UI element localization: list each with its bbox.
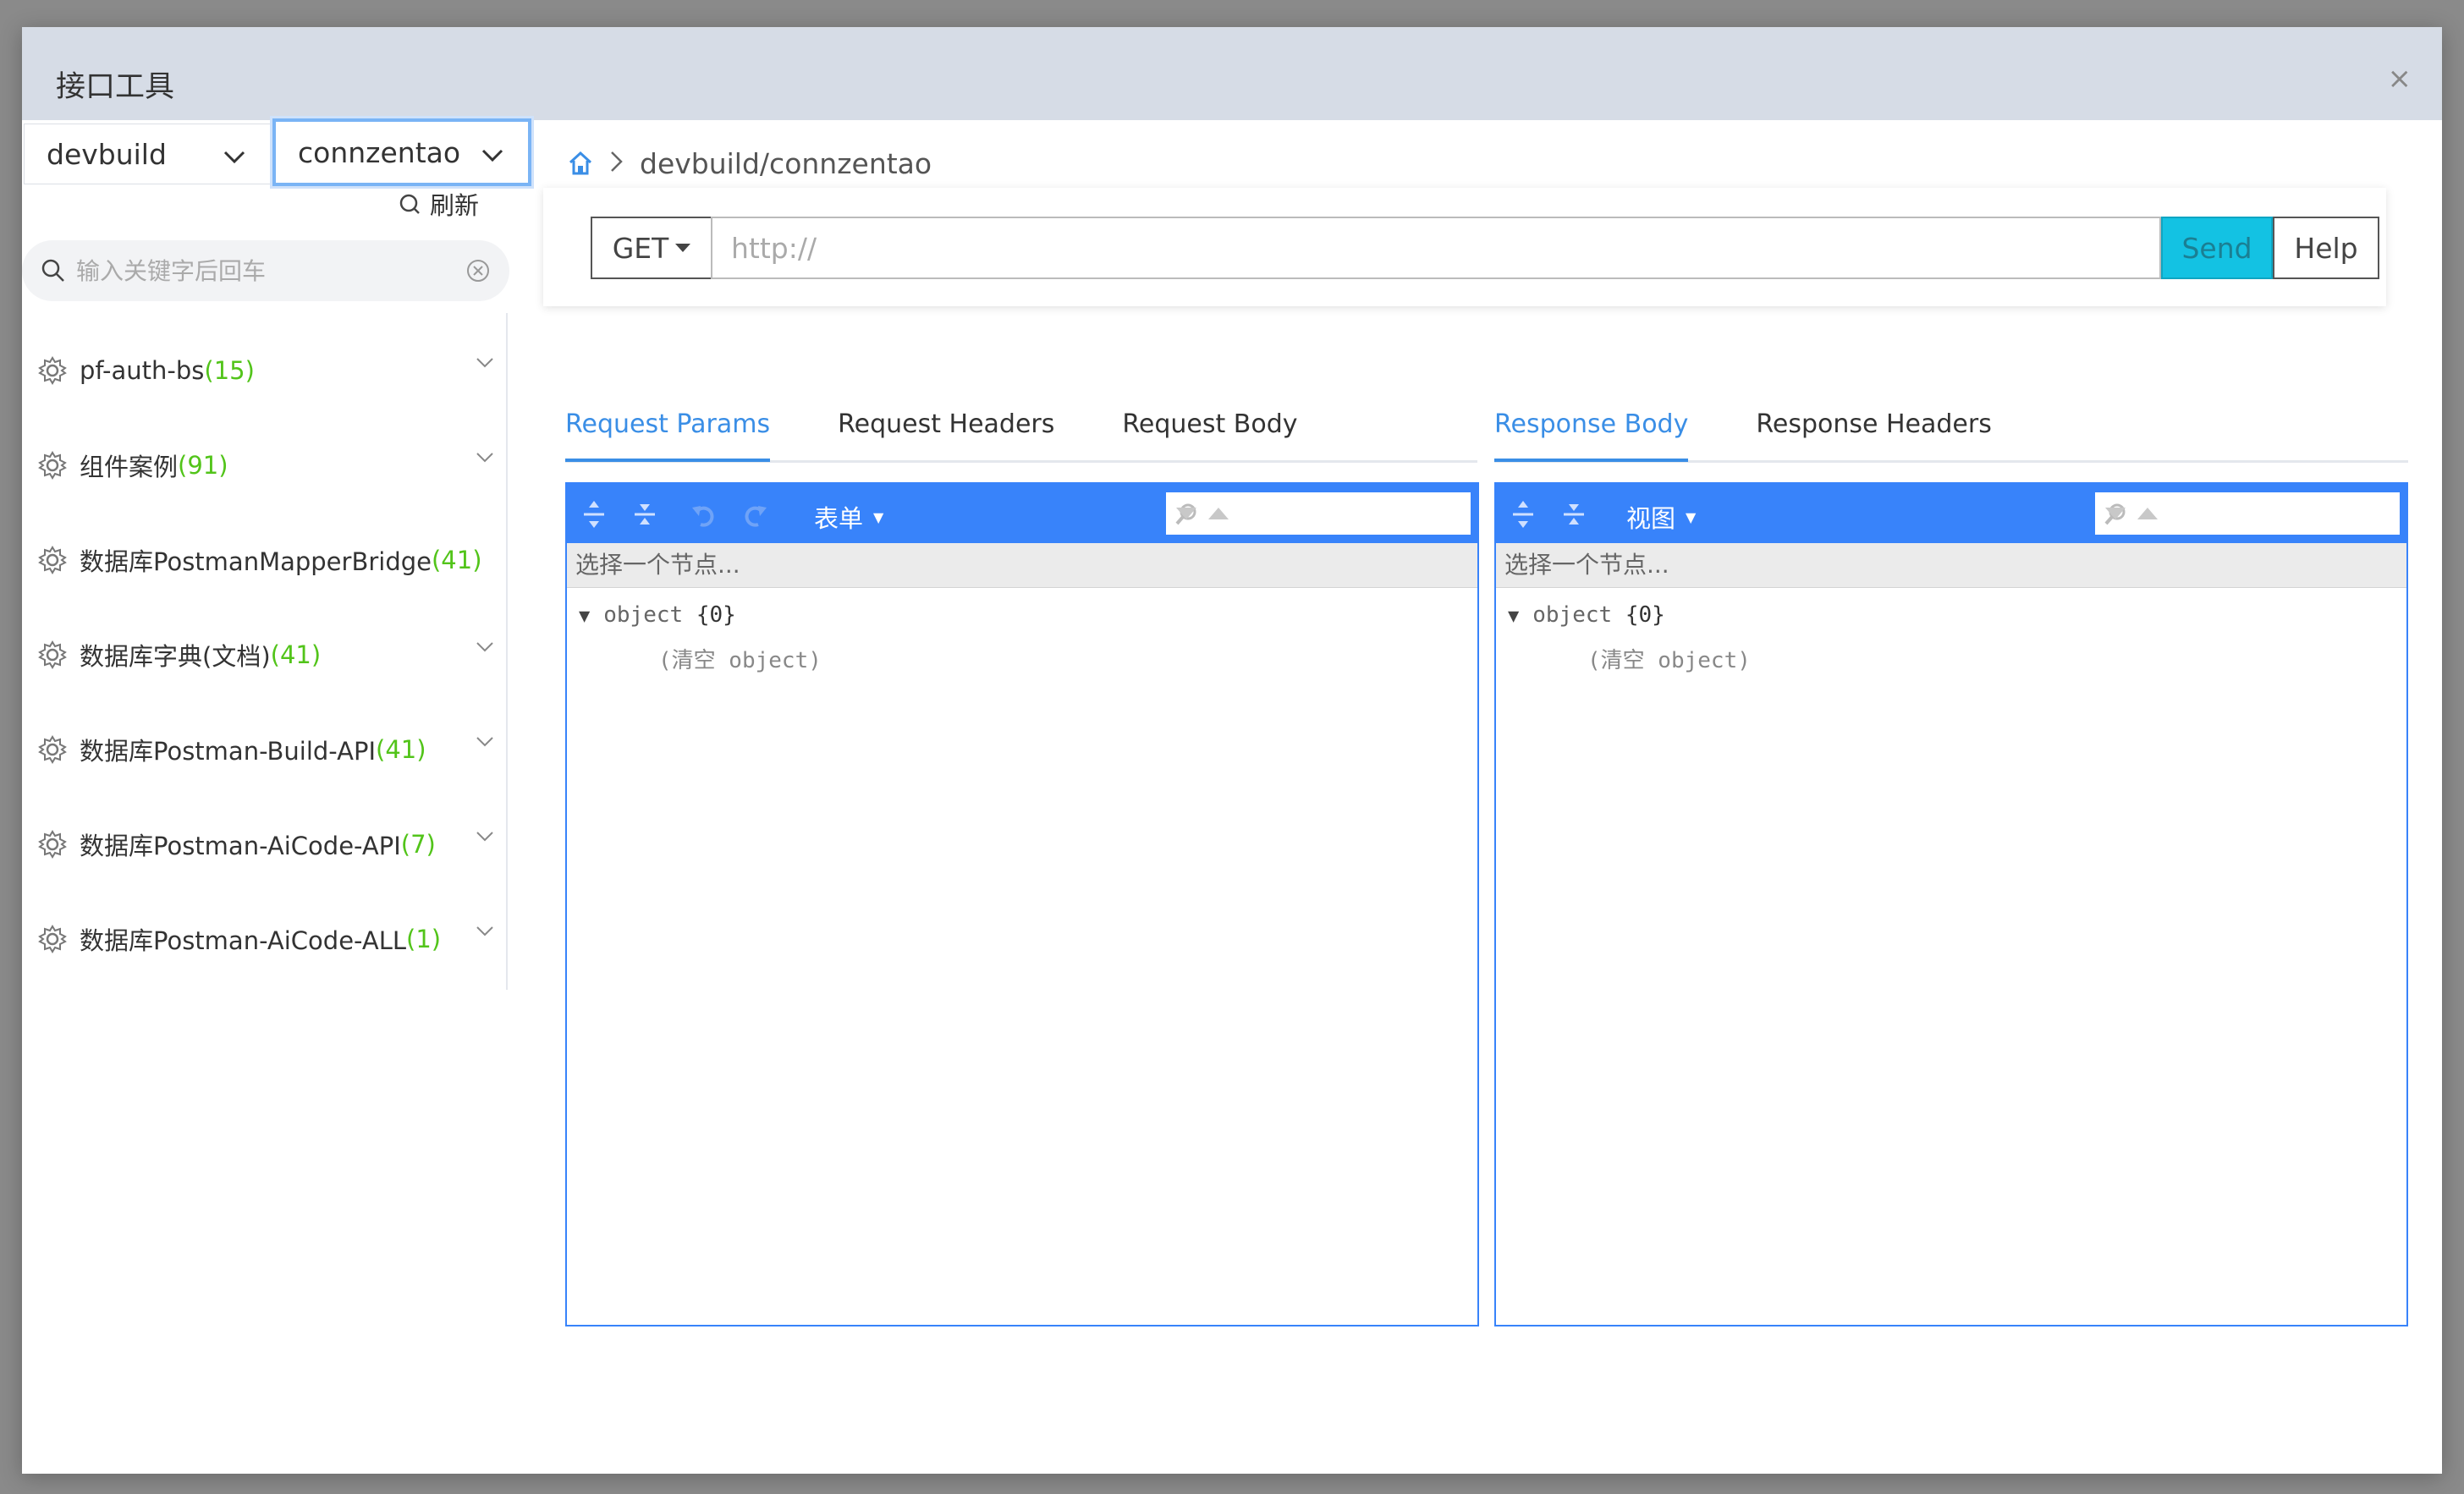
chevron-down-icon[interactable] xyxy=(476,736,494,748)
editor-search[interactable] xyxy=(2095,492,2400,535)
help-button[interactable]: Help xyxy=(2273,217,2379,279)
response-json-editor: 视图 ▼ 选择一个节点... ▼ object {0} (清空 object) xyxy=(1494,482,2408,1326)
breadcrumb: devbuild/connzentao xyxy=(567,142,932,184)
search-input[interactable] xyxy=(66,255,465,286)
chevron-down-icon[interactable] xyxy=(476,641,494,653)
list-item[interactable]: 数据库字典(文档) (41) xyxy=(37,629,511,680)
refresh-label: 刷新 xyxy=(430,191,480,220)
caret-down-icon xyxy=(675,244,691,252)
item-label: 数据库PostmanMapperBridge xyxy=(80,547,432,576)
tab-request-body[interactable]: Request Body xyxy=(1122,409,1297,459)
redo-icon[interactable] xyxy=(740,499,770,530)
keyword-search xyxy=(22,240,509,301)
item-count: (91) xyxy=(178,451,228,480)
item-count: (1) xyxy=(406,925,442,953)
undo-icon[interactable] xyxy=(689,499,719,530)
refresh-icon xyxy=(399,194,420,214)
project-select[interactable]: connzentao xyxy=(272,118,531,186)
chevron-down-icon xyxy=(476,136,509,169)
tab-response-headers[interactable]: Response Headers xyxy=(1756,409,1991,459)
item-count: (15) xyxy=(204,356,255,385)
method-value: GET xyxy=(612,231,669,265)
caret-down-icon: ▼ xyxy=(1686,508,1697,525)
editor-toolbar: 视图 ▼ xyxy=(1496,484,2406,543)
gear-icon xyxy=(38,640,67,669)
mode-select[interactable]: 表单 ▼ xyxy=(814,499,883,535)
editor-toolbar: 表单 ▼ xyxy=(567,484,1477,543)
gear-icon xyxy=(38,925,67,953)
gear-icon xyxy=(38,735,67,764)
node-key: object xyxy=(603,602,684,628)
chevron-down-icon[interactable] xyxy=(476,452,494,464)
breadcrumb-path: devbuild/connzentao xyxy=(640,146,932,180)
node-navigation: 选择一个节点... xyxy=(1496,543,2406,588)
tree-root-node[interactable]: ▼ object {0} xyxy=(1508,602,1665,628)
collapse-all-icon[interactable] xyxy=(1559,499,1589,530)
item-label: pf-auth-bs xyxy=(80,356,205,385)
item-count: (41) xyxy=(431,546,482,574)
chevron-right-icon xyxy=(609,147,624,180)
env-select[interactable]: devbuild xyxy=(24,124,271,184)
list-item[interactable]: 数据库Postman-AiCode-ALL (1) xyxy=(37,914,511,964)
list-item[interactable]: 数据库PostmanMapperBridge (41) xyxy=(37,535,511,585)
chevron-down-icon[interactable] xyxy=(476,357,494,369)
mode-label: 表单 xyxy=(814,504,864,533)
chevron-down-icon[interactable] xyxy=(476,926,494,937)
list-item[interactable]: pf-auth-bs (15) xyxy=(37,345,511,396)
list-item[interactable]: 组件案例 (91) xyxy=(37,440,511,491)
request-tabs: Request Params Request Headers Request B… xyxy=(565,409,1477,463)
chevron-down-icon[interactable] xyxy=(476,831,494,843)
node-value: {0} xyxy=(1625,602,1665,628)
item-label: 数据库Postman-AiCode-ALL xyxy=(80,926,407,955)
refresh-button[interactable]: 刷新 xyxy=(398,186,479,222)
tab-request-params[interactable]: Request Params xyxy=(565,409,771,462)
search-nav-icon[interactable] xyxy=(2104,504,2163,523)
item-count: (7) xyxy=(400,830,436,859)
mode-label: 视图 xyxy=(1626,504,1676,533)
list-item[interactable]: 数据库Postman-AiCode-API (7) xyxy=(37,819,511,870)
tree-root-node[interactable]: ▼ object {0} xyxy=(579,602,736,628)
list-item[interactable]: 数据库Postman-Build-API (41) xyxy=(37,724,511,775)
chevron-down-icon xyxy=(217,138,251,171)
item-label: 组件案例 xyxy=(80,453,179,481)
gear-icon xyxy=(38,830,67,859)
mode-select[interactable]: 视图 ▼ xyxy=(1626,499,1696,535)
item-count: (41) xyxy=(270,640,322,669)
search-nav-icon[interactable] xyxy=(1174,504,1234,523)
empty-object-node[interactable]: (清空 object) xyxy=(1587,643,1751,674)
item-label: 数据库字典(文档) xyxy=(80,642,271,671)
tab-response-body[interactable]: Response Body xyxy=(1494,409,1689,462)
send-button[interactable]: Send xyxy=(2161,217,2273,279)
gear-icon xyxy=(38,451,67,480)
url-input[interactable] xyxy=(711,217,2161,279)
close-icon[interactable]: × xyxy=(2388,64,2412,93)
response-tabs: Response Body Response Headers xyxy=(1494,409,2408,463)
node-value: {0} xyxy=(696,602,736,628)
env-select-value: devbuild xyxy=(47,137,167,171)
gear-icon xyxy=(38,356,67,385)
expand-all-icon[interactable] xyxy=(1508,499,1538,530)
gear-icon xyxy=(38,546,67,574)
triangle-down-icon[interactable]: ▼ xyxy=(1508,606,1519,627)
expand-all-icon[interactable] xyxy=(579,499,609,530)
node-navigation: 选择一个节点... xyxy=(567,543,1477,588)
search-icon xyxy=(41,259,64,282)
editor-search[interactable] xyxy=(1166,492,1471,535)
triangle-down-icon[interactable]: ▼ xyxy=(579,606,590,627)
dialog-header: 接口工具 × xyxy=(22,27,2442,120)
item-count: (41) xyxy=(376,735,426,764)
collapse-all-icon[interactable] xyxy=(630,499,660,530)
empty-object-node[interactable]: (清空 object) xyxy=(658,643,822,674)
dialog-title: 接口工具 xyxy=(56,70,175,104)
request-json-editor: 表单 ▼ 选择一个节点... ▼ object {0} (清空 object) xyxy=(565,482,1479,1326)
item-label: 数据库Postman-Build-API xyxy=(80,737,377,766)
node-key: object xyxy=(1532,602,1613,628)
caret-down-icon: ▼ xyxy=(873,508,884,525)
clear-icon[interactable] xyxy=(465,258,491,283)
tab-request-headers[interactable]: Request Headers xyxy=(838,409,1054,459)
project-select-value: connzentao xyxy=(298,135,461,169)
method-select[interactable]: GET xyxy=(591,217,711,279)
item-label: 数据库Postman-AiCode-API xyxy=(80,832,401,860)
home-icon[interactable] xyxy=(567,150,594,177)
